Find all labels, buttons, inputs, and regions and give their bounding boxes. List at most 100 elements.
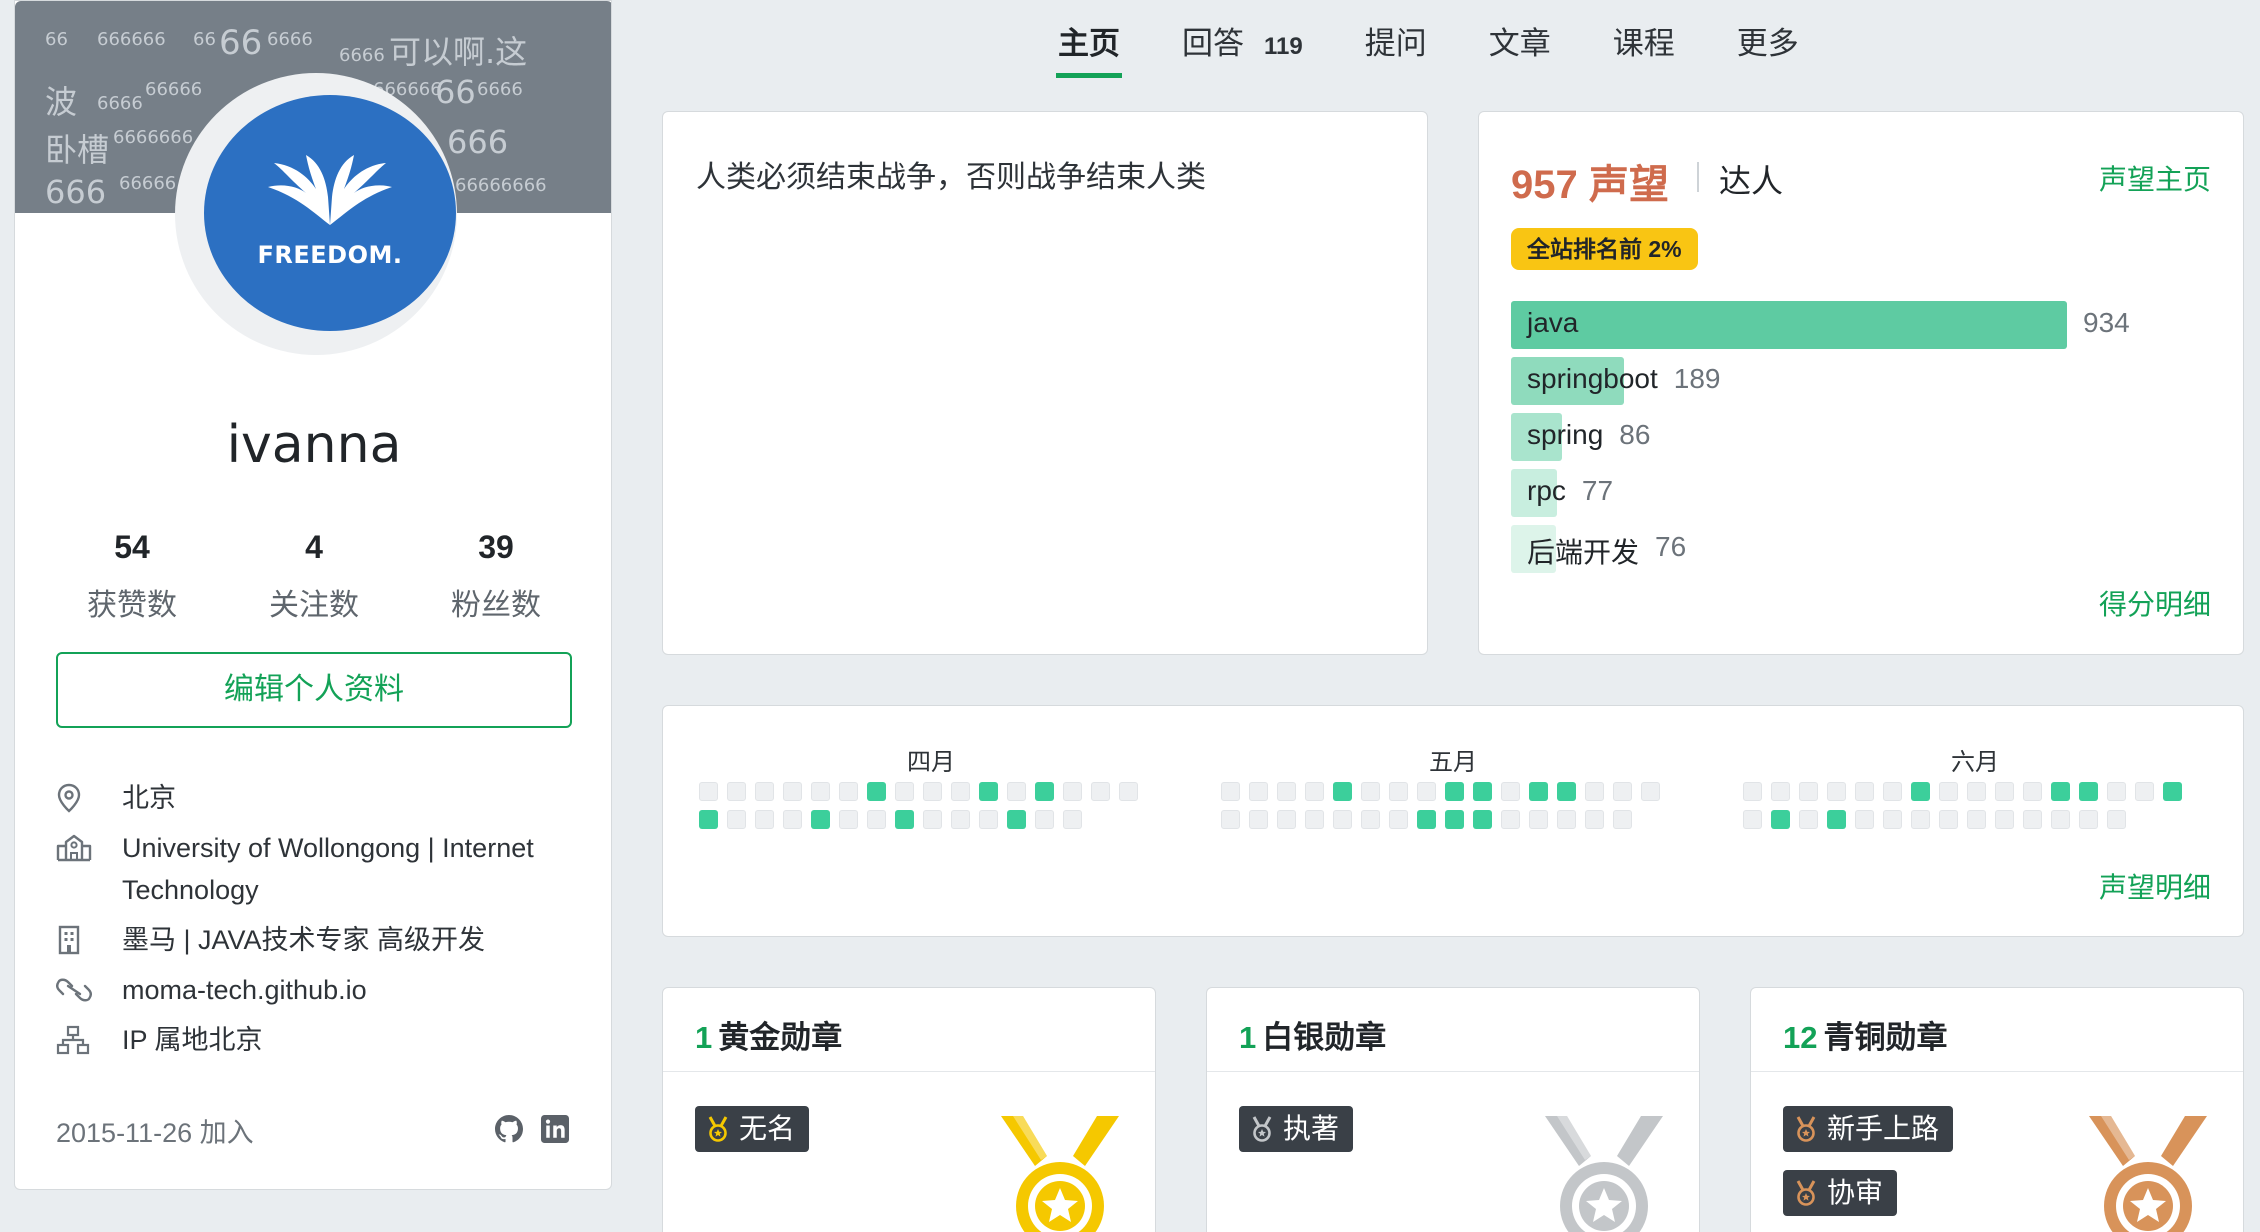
activity-cell[interactable]	[1529, 782, 1548, 801]
score-detail-link[interactable]: 得分明细	[2099, 583, 2211, 623]
activity-cell[interactable]	[1995, 810, 2014, 829]
activity-cell[interactable]	[2051, 810, 2070, 829]
activity-cell[interactable]	[2023, 782, 2042, 801]
activity-cell[interactable]	[783, 782, 802, 801]
tab-more[interactable]: 更多	[1737, 0, 1799, 78]
tab-courses[interactable]: 课程	[1613, 0, 1675, 78]
activity-cell[interactable]	[811, 782, 830, 801]
activity-cell[interactable]	[1827, 810, 1846, 829]
activity-cell[interactable]	[727, 810, 746, 829]
activity-cell[interactable]	[1501, 782, 1520, 801]
github-icon[interactable]	[495, 1115, 523, 1143]
tag-bar-row[interactable]: rpc 77	[1511, 467, 2211, 523]
tag-bar-row[interactable]: java 934	[1511, 299, 2211, 355]
stat-following[interactable]: 4 关注数	[223, 529, 405, 624]
activity-cell[interactable]	[1305, 810, 1324, 829]
activity-cell[interactable]	[1827, 782, 1846, 801]
activity-cell[interactable]	[1249, 810, 1268, 829]
activity-cell[interactable]	[1445, 782, 1464, 801]
activity-cell[interactable]	[1799, 782, 1818, 801]
edit-profile-button[interactable]: 编辑个人资料	[56, 652, 572, 728]
medal-tag[interactable]: 执著	[1239, 1106, 1354, 1152]
activity-cell[interactable]	[699, 782, 718, 801]
activity-cell[interactable]	[811, 810, 830, 829]
activity-cell[interactable]	[1119, 782, 1138, 801]
activity-cell[interactable]	[1799, 810, 1818, 829]
activity-cell[interactable]	[2163, 782, 2182, 801]
activity-cell[interactable]	[923, 810, 942, 829]
activity-cell[interactable]	[1529, 810, 1548, 829]
activity-cell[interactable]	[839, 782, 858, 801]
tag-bar-row[interactable]: springboot 189	[1511, 355, 2211, 411]
activity-cell[interactable]	[1501, 810, 1520, 829]
activity-cell[interactable]	[2135, 782, 2154, 801]
activity-cell[interactable]	[727, 782, 746, 801]
tab-home[interactable]: 主页	[1056, 0, 1122, 78]
linkedin-icon[interactable]	[541, 1115, 569, 1143]
activity-cell[interactable]	[1855, 782, 1874, 801]
activity-cell[interactable]	[1007, 782, 1026, 801]
activity-cell[interactable]	[1473, 810, 1492, 829]
activity-cell[interactable]	[1641, 782, 1660, 801]
activity-cell[interactable]	[1855, 810, 1874, 829]
activity-cell[interactable]	[1995, 782, 2014, 801]
activity-cell[interactable]	[923, 782, 942, 801]
activity-cell[interactable]	[1967, 782, 1986, 801]
activity-cell[interactable]	[1221, 810, 1240, 829]
activity-cell[interactable]	[1389, 782, 1408, 801]
medal-tag[interactable]: 无名	[695, 1106, 810, 1152]
activity-cell[interactable]	[1557, 782, 1576, 801]
activity-cell[interactable]	[1333, 810, 1352, 829]
activity-cell[interactable]	[1389, 810, 1408, 829]
activity-cell[interactable]	[1473, 782, 1492, 801]
activity-cell[interactable]	[979, 810, 998, 829]
activity-cell[interactable]	[2079, 782, 2098, 801]
tab-questions[interactable]: 提问	[1365, 0, 1427, 78]
activity-cell[interactable]	[783, 810, 802, 829]
activity-cell[interactable]	[1743, 810, 1762, 829]
activity-cell[interactable]	[1771, 782, 1790, 801]
tab-articles[interactable]: 文章	[1489, 0, 1551, 78]
reputation-home-link[interactable]: 声望主页	[2099, 158, 2211, 198]
activity-cell[interactable]	[1939, 782, 1958, 801]
activity-cell[interactable]	[1557, 810, 1576, 829]
activity-cell[interactable]	[1361, 782, 1380, 801]
tab-answers[interactable]: 回答 119	[1182, 0, 1303, 78]
tag-bar-row[interactable]: spring 86	[1511, 411, 2211, 467]
activity-cell[interactable]	[1333, 782, 1352, 801]
activity-cell[interactable]	[867, 810, 886, 829]
activity-cell[interactable]	[1063, 782, 1082, 801]
medal-tag[interactable]: 协审	[1783, 1170, 1898, 1216]
activity-cell[interactable]	[755, 810, 774, 829]
activity-cell[interactable]	[1249, 782, 1268, 801]
activity-cell[interactable]	[699, 810, 718, 829]
activity-cell[interactable]	[1035, 782, 1054, 801]
activity-cell[interactable]	[1967, 810, 1986, 829]
activity-cell[interactable]	[1361, 810, 1380, 829]
stat-likes[interactable]: 54 获赞数	[41, 529, 223, 624]
activity-cell[interactable]	[1911, 810, 1930, 829]
activity-cell[interactable]	[1883, 810, 1902, 829]
info-website[interactable]: moma-tech.github.io	[56, 969, 596, 1011]
reputation-detail-link[interactable]: 声望明细	[2099, 866, 2211, 906]
activity-cell[interactable]	[839, 810, 858, 829]
activity-cell[interactable]	[895, 810, 914, 829]
activity-cell[interactable]	[2107, 782, 2126, 801]
activity-cell[interactable]	[1091, 782, 1110, 801]
info-website-text[interactable]: moma-tech.github.io	[122, 969, 367, 1011]
activity-cell[interactable]	[867, 782, 886, 801]
activity-cell[interactable]	[1417, 810, 1436, 829]
activity-cell[interactable]	[1007, 810, 1026, 829]
activity-cell[interactable]	[1771, 810, 1790, 829]
activity-cell[interactable]	[1417, 782, 1436, 801]
activity-cell[interactable]	[1911, 782, 1930, 801]
activity-cell[interactable]	[1883, 782, 1902, 801]
activity-cell[interactable]	[1743, 782, 1762, 801]
activity-cell[interactable]	[1035, 810, 1054, 829]
stat-followers[interactable]: 39 粉丝数	[405, 529, 587, 624]
avatar[interactable]: FREEDOM.	[204, 95, 456, 331]
activity-cell[interactable]	[1613, 810, 1632, 829]
activity-cell[interactable]	[951, 782, 970, 801]
activity-cell[interactable]	[755, 782, 774, 801]
activity-cell[interactable]	[1277, 782, 1296, 801]
